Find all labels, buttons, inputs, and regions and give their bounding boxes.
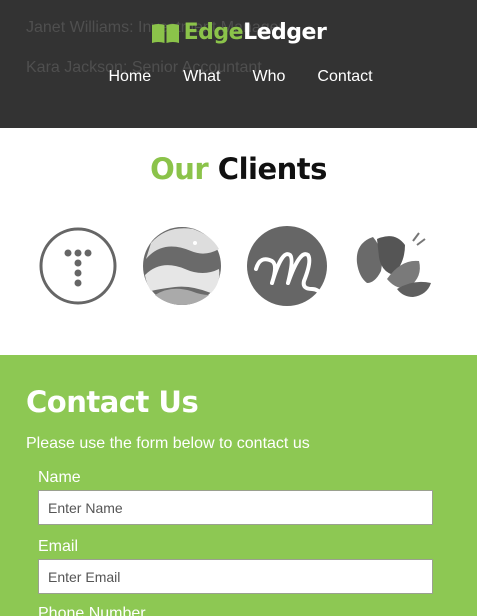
script-m-circle-logo-icon bbox=[247, 226, 327, 306]
contact-section: Contact Us Please use the form below to … bbox=[0, 355, 477, 616]
contact-heading: Contact Us bbox=[26, 385, 199, 419]
main-nav: Home What Who Contact bbox=[0, 68, 477, 86]
email-input[interactable] bbox=[38, 559, 433, 594]
nav-home-link[interactable]: Home bbox=[108, 68, 151, 86]
site-logo[interactable]: EdgeLedger bbox=[0, 20, 477, 45]
clients-section: Our Clients bbox=[0, 128, 477, 355]
logo-text-edge: Edge bbox=[183, 20, 244, 45]
t-dots-circle-logo-icon bbox=[39, 227, 117, 305]
contact-subtitle: Please use the form below to contact us bbox=[26, 435, 310, 452]
clients-heading: Our Clients bbox=[0, 152, 477, 186]
nav-contact-link[interactable]: Contact bbox=[317, 68, 372, 86]
leaves-logo-icon bbox=[356, 232, 431, 297]
nav-what-link[interactable]: What bbox=[183, 68, 220, 86]
site-header: Janet Williams: Investment Manager Kara … bbox=[0, 0, 477, 128]
heading-clients: Clients bbox=[217, 152, 328, 186]
name-input[interactable] bbox=[38, 490, 433, 525]
heading-our: Our bbox=[150, 152, 209, 186]
phone-number-label: Phone Number bbox=[38, 605, 146, 616]
logo-text-ledger: Ledger bbox=[243, 20, 327, 45]
open-book-icon bbox=[151, 23, 179, 43]
nav-who-link[interactable]: Who bbox=[252, 68, 285, 86]
swirl-sphere-logo-icon bbox=[143, 227, 221, 305]
logo-text: EdgeLedger bbox=[184, 20, 327, 45]
name-label: Name bbox=[38, 469, 81, 486]
email-label: Email bbox=[38, 538, 79, 555]
